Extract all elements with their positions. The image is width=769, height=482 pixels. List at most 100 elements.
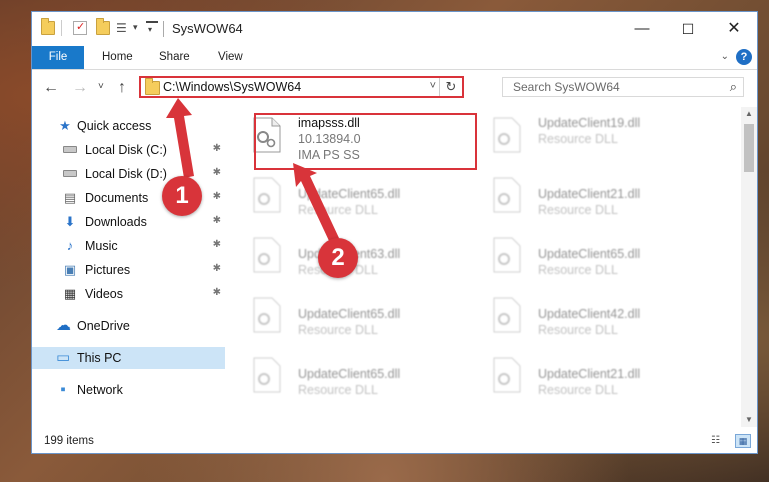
- step-1-badge: 1: [162, 176, 202, 216]
- new-folder-icon[interactable]: [96, 18, 110, 35]
- drive-icon: [63, 146, 77, 153]
- videos-icon: ▦: [63, 286, 77, 301]
- sidebar-item-downloads[interactable]: ⬇ Downloads ✱: [32, 211, 225, 233]
- file-item[interactable]: UpdateClient21.dll Resource DLL: [466, 167, 686, 223]
- file-name: UpdateClient19.dll: [538, 116, 641, 130]
- sidebar-item-label: Network: [77, 383, 123, 397]
- ribbon-tabs: File Home Share View ⌄ ?: [32, 46, 757, 70]
- file-description: Resource DLL: [538, 132, 618, 146]
- navigation-bar: ← → ˅ ↑ C:\Windows\SysWOW64 ˅ ↻ ⌕: [32, 70, 757, 106]
- step-2-badge: 2: [318, 238, 358, 278]
- dll-file-icon: [253, 177, 281, 213]
- sidebar-item-label: This PC: [77, 351, 122, 365]
- address-dropdown-icon[interactable]: ˅: [430, 80, 436, 92]
- back-button[interactable]: ←: [43, 79, 59, 97]
- star-icon: ★: [59, 118, 71, 133]
- file-name: UpdateClient65.dll: [298, 367, 401, 381]
- download-icon: ⬇: [64, 214, 76, 229]
- file-item[interactable]: UpdateClient19.dll Resource DLL: [466, 107, 686, 163]
- sidebar-item-quick-access[interactable]: ★ Quick access: [32, 115, 225, 137]
- file-description: Resource DLL: [538, 323, 618, 337]
- pin-icon[interactable]: ✱: [213, 191, 221, 202]
- pin-icon[interactable]: ✱: [213, 215, 221, 226]
- file-name: UpdateClient65.dll: [298, 187, 401, 201]
- dll-file-icon: [253, 357, 281, 393]
- tab-file[interactable]: File: [32, 46, 84, 69]
- pictures-icon: ▣: [63, 262, 77, 277]
- tab-home[interactable]: Home: [102, 46, 133, 69]
- sidebar-item-onedrive[interactable]: ☁ OneDrive: [32, 315, 225, 337]
- dll-file-icon: [493, 357, 521, 393]
- pin-icon[interactable]: ✱: [213, 143, 221, 154]
- details-view-icon[interactable]: ☷: [711, 435, 727, 448]
- dll-file-icon: [493, 297, 521, 333]
- file-item[interactable]: UpdateClient42.dll Resource DLL: [466, 287, 686, 343]
- qat-dropdown-icon[interactable]: ▾: [133, 22, 138, 33]
- up-button[interactable]: ↑: [118, 79, 126, 97]
- sidebar-item-label: Quick access: [77, 119, 152, 133]
- pin-icon[interactable]: ✱: [213, 263, 221, 274]
- minimize-button[interactable]: —: [619, 12, 665, 46]
- tab-view[interactable]: View: [218, 46, 243, 69]
- file-description: Resource DLL: [538, 383, 618, 397]
- close-button[interactable]: ✕: [711, 12, 757, 46]
- file-name: UpdateClient65.dll: [538, 247, 641, 261]
- search-icon[interactable]: ⌕: [730, 79, 737, 95]
- file-description: Resource DLL: [298, 383, 378, 397]
- search-input[interactable]: [503, 78, 728, 96]
- forward-button[interactable]: →: [72, 79, 88, 97]
- sidebar-item-local-disk-c[interactable]: Local Disk (C:) ✱: [32, 139, 225, 161]
- help-icon[interactable]: ?: [736, 49, 752, 65]
- sidebar-item-this-pc[interactable]: ▭ This PC: [32, 347, 225, 369]
- scroll-down-icon[interactable]: ▼: [741, 413, 757, 427]
- maximize-button[interactable]: ☐: [665, 12, 711, 46]
- pin-icon[interactable]: ✱: [213, 239, 221, 250]
- sidebar-item-label: Downloads: [85, 215, 147, 229]
- music-icon: ♪: [66, 238, 74, 253]
- file-name: UpdateClient65.dll: [298, 307, 401, 321]
- file-description: Resource DLL: [538, 203, 618, 217]
- tab-share[interactable]: Share: [159, 46, 190, 69]
- network-icon: ▪: [60, 381, 66, 398]
- documents-icon: ▤: [63, 190, 77, 205]
- file-item[interactable]: UpdateClient65.dll Resource DLL: [226, 167, 446, 223]
- customize-qat-icon[interactable]: ▾: [146, 21, 158, 34]
- sidebar-item-label: Documents: [85, 191, 149, 205]
- pin-icon[interactable]: ✱: [213, 167, 221, 178]
- properties-icon[interactable]: ✓: [73, 21, 87, 35]
- file-highlight-box: [254, 113, 477, 170]
- recent-locations-button[interactable]: ˅: [98, 81, 104, 92]
- dll-file-icon: [493, 177, 521, 213]
- sidebar-item-videos[interactable]: ▦ Videos ✱: [32, 283, 225, 305]
- item-count: 199 items: [44, 435, 94, 447]
- sidebar-item-label: Local Disk (D:): [85, 167, 167, 181]
- drive-icon: [63, 170, 77, 177]
- address-path[interactable]: C:\Windows\SysWOW64: [163, 80, 301, 94]
- view-options-icon[interactable]: ☰: [116, 21, 130, 35]
- file-name: UpdateClient42.dll: [538, 307, 641, 321]
- scroll-thumb[interactable]: [744, 124, 754, 172]
- file-item[interactable]: UpdateClient21.dll Resource DLL: [466, 347, 686, 403]
- scroll-up-icon[interactable]: ▲: [741, 107, 757, 121]
- address-bar[interactable]: C:\Windows\SysWOW64 ˅ ↻: [139, 76, 464, 98]
- vertical-scrollbar[interactable]: ▲ ▼: [741, 107, 757, 427]
- sidebar-item-music[interactable]: ♪ Music ✱: [32, 235, 225, 257]
- window-title: SysWOW64: [172, 21, 243, 36]
- sidebar-item-network[interactable]: ▪ Network: [32, 379, 225, 401]
- refresh-button[interactable]: ↻: [439, 78, 462, 96]
- search-box[interactable]: ⌕: [502, 77, 744, 97]
- dll-file-icon: [493, 117, 521, 153]
- file-item[interactable]: UpdateClient65.dll Resource DLL: [226, 347, 446, 403]
- tiles-view-icon[interactable]: ▦: [735, 434, 751, 448]
- cloud-icon: ☁: [56, 317, 71, 334]
- folder-icon: [41, 18, 55, 35]
- file-item[interactable]: UpdateClient65.dll Resource DLL: [466, 227, 686, 283]
- pin-icon[interactable]: ✱: [213, 287, 221, 298]
- chevron-down-icon[interactable]: ⌄: [721, 51, 729, 62]
- navigation-pane: ★ Quick access Local Disk (C:) ✱ Local D…: [32, 107, 225, 427]
- sidebar-item-pictures[interactable]: ▣ Pictures ✱: [32, 259, 225, 281]
- qat-divider: [61, 20, 62, 36]
- file-item[interactable]: UpdateClient65.dll Resource DLL: [226, 287, 446, 343]
- dll-file-icon: [253, 297, 281, 333]
- dll-file-icon: [253, 237, 281, 273]
